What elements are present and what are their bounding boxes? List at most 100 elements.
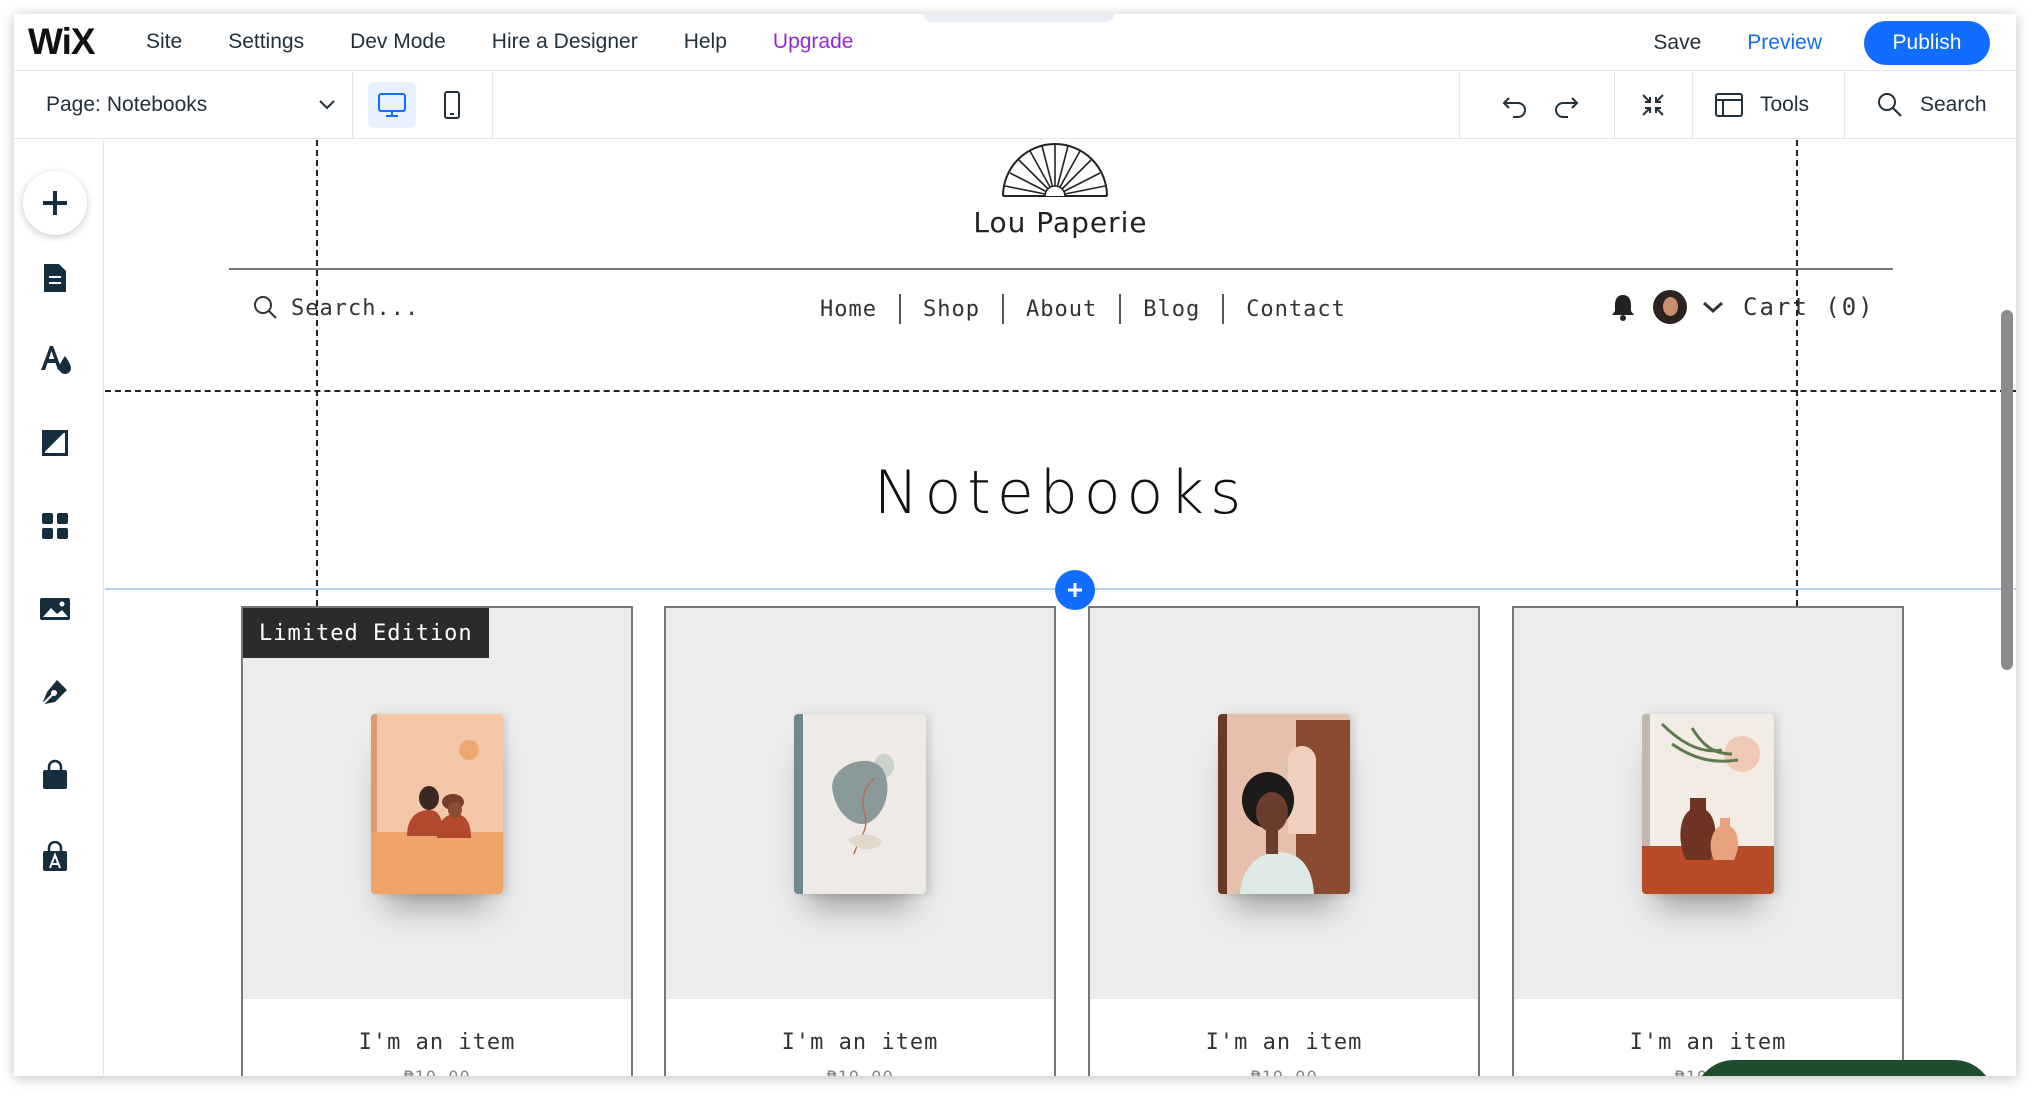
site-design-button[interactable] bbox=[36, 340, 74, 378]
top-actions: Save Preview Publish bbox=[1653, 14, 1990, 71]
menu-hire-designer[interactable]: Hire a Designer bbox=[492, 30, 638, 54]
desktop-icon bbox=[378, 93, 406, 117]
left-sidebar bbox=[14, 140, 104, 1076]
site-logo-icon[interactable] bbox=[1000, 143, 1110, 199]
toolbar-divider bbox=[492, 71, 493, 139]
menu-help[interactable]: Help bbox=[684, 30, 727, 54]
product-name[interactable]: I'm an item bbox=[666, 1030, 1054, 1055]
media-button[interactable] bbox=[36, 590, 74, 628]
avatar[interactable] bbox=[1653, 290, 1687, 324]
page-name: Notebooks bbox=[106, 93, 208, 116]
menu-site[interactable]: Site bbox=[146, 30, 182, 54]
notebook-cover-abstract bbox=[794, 714, 926, 894]
plus-icon bbox=[1068, 583, 1082, 597]
menu-dev-mode[interactable]: Dev Mode bbox=[350, 30, 446, 54]
top-bar: WiX Site Settings Dev Mode Hire a Design… bbox=[14, 14, 2016, 71]
zoom-out-button[interactable] bbox=[1636, 88, 1670, 122]
tools-button[interactable]: Tools bbox=[1714, 71, 1809, 139]
add-elements-button[interactable] bbox=[23, 171, 87, 235]
save-button[interactable]: Save bbox=[1653, 31, 1701, 55]
menu-settings[interactable]: Settings bbox=[228, 30, 304, 54]
text-color-icon bbox=[41, 346, 71, 374]
chevron-down-icon[interactable] bbox=[1701, 299, 1725, 315]
menu-upgrade[interactable]: Upgrade bbox=[773, 30, 854, 54]
search-label: Search bbox=[1920, 93, 1987, 116]
member-area: Cart (0) bbox=[1609, 290, 1875, 324]
product-name[interactable]: I'm an item bbox=[1090, 1030, 1478, 1055]
search-icon bbox=[1878, 93, 1902, 117]
background-button[interactable] bbox=[36, 424, 74, 462]
site-brand-name[interactable]: Lou Paperie bbox=[105, 206, 2016, 239]
editor-search-button[interactable]: Search bbox=[1876, 71, 1987, 139]
editor-toolbar: Page: Notebooks Tools Search bbox=[14, 71, 2016, 139]
nav-shop[interactable]: Shop bbox=[901, 297, 1002, 322]
redo-icon bbox=[1555, 97, 1579, 118]
app-market-button[interactable] bbox=[36, 507, 74, 545]
plus-icon bbox=[43, 191, 67, 215]
canvas-scrollbar[interactable] bbox=[2001, 310, 2013, 670]
nav-home[interactable]: Home bbox=[798, 297, 899, 322]
product-image[interactable] bbox=[1090, 608, 1478, 999]
notebook-cover-vases bbox=[1642, 714, 1774, 894]
preview-button[interactable]: Preview bbox=[1747, 31, 1822, 55]
nav-blog[interactable]: Blog bbox=[1121, 297, 1222, 322]
product-name[interactable]: I'm an item bbox=[243, 1030, 631, 1055]
page-prefix: Page: bbox=[46, 93, 101, 116]
editor-canvas[interactable]: Lou Paperie Search... Home Shop About Bl… bbox=[105, 140, 2016, 1076]
product-name[interactable]: I'm an item bbox=[1514, 1030, 1902, 1055]
add-section-button[interactable] bbox=[1055, 570, 1095, 610]
header-boundary-guide bbox=[105, 390, 2016, 392]
product-image[interactable] bbox=[666, 608, 1054, 999]
product-card[interactable]: I'm an item ₱10.00 bbox=[1512, 606, 1904, 1076]
product-card[interactable]: I'm an item ₱10.00 bbox=[1088, 606, 1480, 1076]
collapse-icon bbox=[1642, 94, 1664, 116]
site-search-bar[interactable]: Search... bbox=[253, 295, 419, 321]
page-title[interactable]: Notebooks bbox=[105, 458, 2016, 528]
product-ribbon: Limited Edition bbox=[243, 608, 489, 658]
notebook-cover-couple bbox=[371, 714, 503, 894]
tools-icon bbox=[1715, 93, 1743, 117]
undo-button[interactable] bbox=[1498, 88, 1532, 122]
blog-button[interactable] bbox=[36, 673, 74, 711]
page-icon bbox=[44, 264, 66, 292]
notebook-cover-portrait bbox=[1218, 714, 1350, 894]
mobile-view-button[interactable] bbox=[428, 82, 476, 128]
shopping-bag-icon bbox=[43, 759, 67, 789]
page-selector[interactable]: Page: Notebooks bbox=[46, 71, 336, 139]
undo-icon bbox=[1502, 97, 1526, 118]
product-image[interactable] bbox=[243, 608, 631, 999]
toolbar-divider bbox=[1459, 71, 1460, 139]
bookings-icon bbox=[43, 841, 67, 871]
header-divider bbox=[229, 268, 1893, 270]
publish-button[interactable]: Publish bbox=[1864, 20, 1990, 65]
store-button[interactable] bbox=[36, 756, 74, 794]
product-card[interactable]: I'm an item ₱10.00 bbox=[664, 606, 1056, 1076]
business-button[interactable] bbox=[36, 838, 74, 876]
product-price: ₱10.00 bbox=[666, 1068, 1054, 1076]
cart-link[interactable]: Cart (0) bbox=[1743, 293, 1875, 321]
nav-contact[interactable]: Contact bbox=[1224, 297, 1368, 322]
toolbar-divider bbox=[352, 71, 353, 139]
redo-button[interactable] bbox=[1549, 88, 1583, 122]
nav-about[interactable]: About bbox=[1004, 297, 1119, 322]
chat-widget[interactable] bbox=[1694, 1060, 1994, 1076]
apps-icon bbox=[42, 513, 68, 539]
tools-label: Tools bbox=[1760, 93, 1810, 116]
top-drag-handle[interactable] bbox=[924, 14, 1114, 22]
pages-button[interactable] bbox=[36, 259, 74, 297]
toolbar-divider bbox=[1614, 71, 1615, 139]
product-image[interactable] bbox=[1514, 608, 1902, 999]
search-icon bbox=[254, 296, 277, 319]
bell-icon[interactable] bbox=[1609, 292, 1637, 322]
wix-logo[interactable]: WiX bbox=[28, 21, 118, 63]
site-navigation: Home Shop About Blog Contact bbox=[798, 294, 1368, 324]
site-search-placeholder: Search... bbox=[291, 295, 420, 321]
editor-window: WiX Site Settings Dev Mode Hire a Design… bbox=[14, 14, 2016, 1076]
product-card[interactable]: Limited Edition I'm an item ₱10.00 bbox=[241, 606, 633, 1076]
background-icon bbox=[42, 430, 68, 456]
chevron-down-icon bbox=[319, 100, 335, 110]
pen-nib-icon bbox=[42, 680, 67, 705]
toolbar-divider bbox=[1692, 71, 1693, 139]
desktop-view-button[interactable] bbox=[368, 82, 416, 128]
top-menu: Site Settings Dev Mode Hire a Designer H… bbox=[146, 30, 899, 54]
